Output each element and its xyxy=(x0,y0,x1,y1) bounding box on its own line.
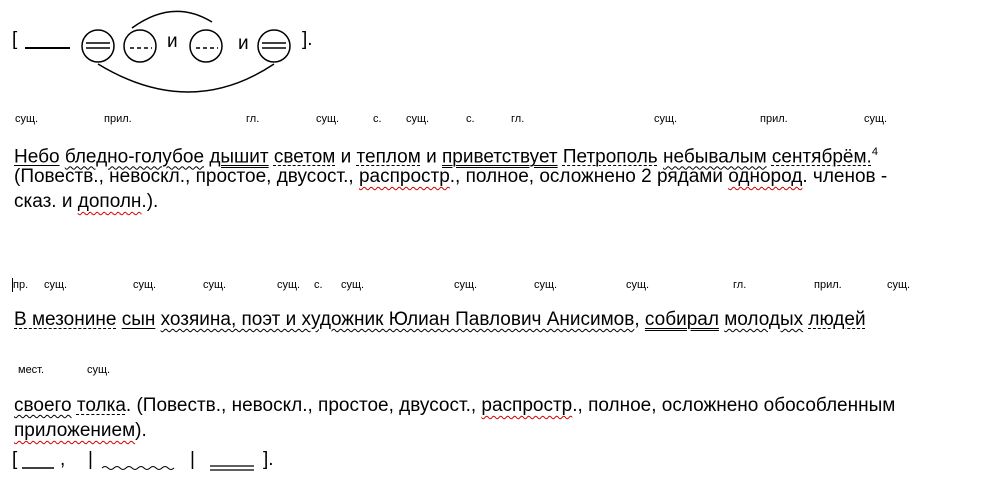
bottom-arc xyxy=(97,63,275,93)
analysis-text: (Повеств., невоскл., простое, двусост., xyxy=(14,166,359,187)
predicate-word: собирал xyxy=(644,309,719,330)
pos-label: сущ. xyxy=(87,364,111,376)
predicate-circle xyxy=(81,29,115,63)
scheme-2: [ , | | ]. xyxy=(0,444,320,478)
scheme-close-bracket: ]. xyxy=(263,449,274,470)
analysis-text: . (Повеств., невоскл., простое, двусост.… xyxy=(125,395,482,416)
sentence-1-line-3: сказ. и дополн.). xyxy=(14,190,158,214)
object-circle xyxy=(189,29,223,63)
definition-word: своего xyxy=(14,395,72,416)
comma: , xyxy=(634,309,640,330)
scheme-1: [ и и ]. xyxy=(0,0,340,100)
pos-label: сущ. xyxy=(887,279,911,291)
definition-word: молодых xyxy=(724,309,804,330)
scheme-close-bracket: ]. xyxy=(302,29,313,50)
scheme-bar: | xyxy=(88,449,93,470)
spellcheck-word: однород xyxy=(728,166,803,187)
analysis-text: сказ. и xyxy=(14,191,78,212)
pos-label: сущ. xyxy=(277,279,301,291)
pos-label: прил. xyxy=(814,279,842,291)
subject-word: сын xyxy=(121,309,156,330)
scheme-and-2: и xyxy=(238,33,249,54)
spellcheck-word: распростр xyxy=(481,395,573,416)
pos-label: с. xyxy=(314,279,323,291)
pos-label: сущ. xyxy=(654,113,678,125)
apposition-wavy-line xyxy=(101,466,175,470)
pos-label: гл. xyxy=(733,279,747,291)
sentence-2-line-1: В мезонине сын хозяина, поэт и художник … xyxy=(14,308,866,332)
pos-label: сущ. xyxy=(203,279,227,291)
spellcheck-word: распростр xyxy=(358,166,450,187)
pos-label: с. xyxy=(466,113,475,125)
pos-label: сущ. xyxy=(133,279,157,291)
object-word: людей xyxy=(808,309,866,330)
pos-label: гл. xyxy=(511,113,525,125)
object-circle xyxy=(123,29,157,63)
pos-label: с. xyxy=(373,113,382,125)
pos-label: сущ. xyxy=(316,113,340,125)
footnote-mark: 4 xyxy=(871,146,878,158)
analysis-text: ., полное, осложнено 2 рядами xyxy=(449,166,729,187)
pos-label: прил. xyxy=(760,113,788,125)
pos-label: гл. xyxy=(246,113,260,125)
analysis-text: ). xyxy=(135,420,147,441)
pos-label: сущ. xyxy=(534,279,558,291)
analysis-text: . членов - xyxy=(802,166,888,187)
object-word: толка xyxy=(76,395,126,416)
spellcheck-word: приложением xyxy=(14,420,136,441)
pos-label: сущ. xyxy=(44,279,68,291)
predicate-circle xyxy=(257,29,291,63)
scheme-and-1: и xyxy=(167,31,178,52)
pos-label: прил. xyxy=(104,113,132,125)
apposition-phrase: хозяина, поэт и художник Юлиан Павлович … xyxy=(160,309,635,330)
analysis-text: ., полное, осложнено обособленным xyxy=(572,395,896,416)
pos-label: сущ. xyxy=(864,113,888,125)
pos-label: сущ. xyxy=(15,113,39,125)
pos-label: сущ. xyxy=(626,279,650,291)
pos-label: мест. xyxy=(18,364,45,376)
top-arc xyxy=(131,10,213,29)
spellcheck-word: дополн xyxy=(77,191,142,212)
sentence-1-line-2: (Повеств., невоскл., простое, двусост., … xyxy=(14,165,887,189)
pos-label: сущ. xyxy=(341,279,365,291)
sentence-2-line-2: своего толка. (Повеств., невоскл., прост… xyxy=(14,394,895,418)
sentence-2-line-3: приложением). xyxy=(14,419,147,443)
pos-label: пр. xyxy=(13,279,29,291)
analysis-text: .). xyxy=(141,191,159,212)
pos-label: сущ. xyxy=(406,113,430,125)
circumstance-word: В мезонине xyxy=(14,309,117,330)
pos-label: сущ. xyxy=(454,279,478,291)
scheme-comma: , xyxy=(60,449,66,470)
scheme-bar: | xyxy=(190,449,195,470)
